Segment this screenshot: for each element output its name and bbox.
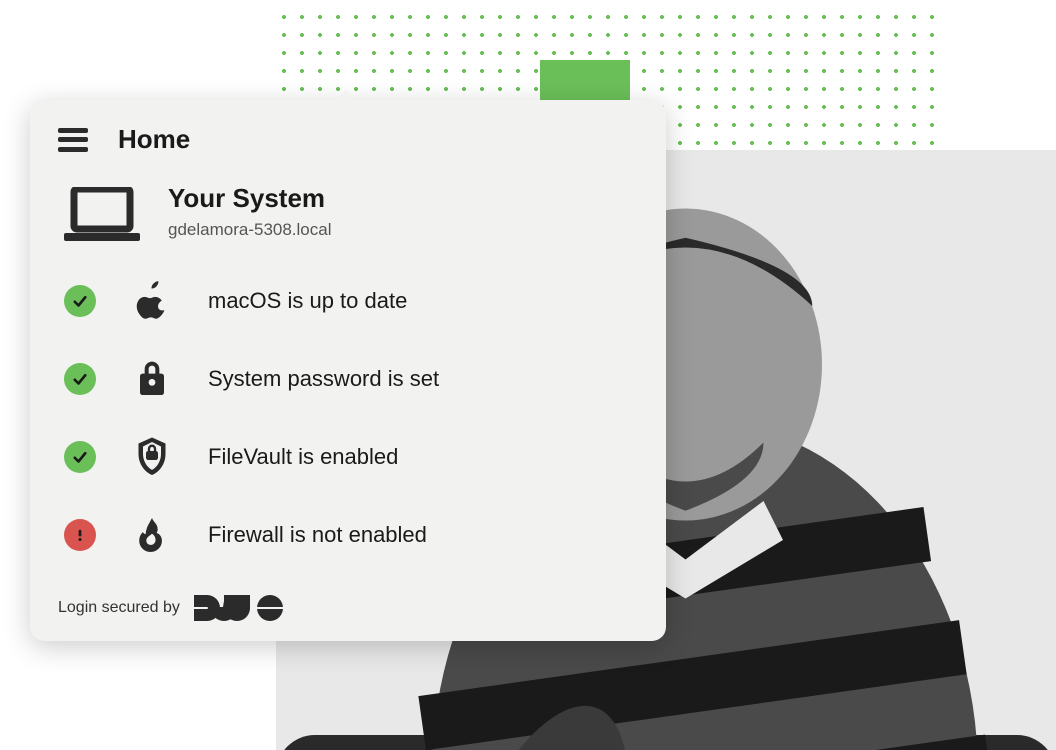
system-status-popover: Home Your System gdelamora-5308.local	[30, 100, 666, 641]
warning-badge-icon	[64, 519, 96, 551]
check-badge-icon	[64, 363, 96, 395]
check-badge-icon	[64, 441, 96, 473]
system-title: Your System	[168, 183, 332, 214]
status-label: Firewall is not enabled	[208, 522, 427, 548]
status-row-macos: macOS is up to date	[64, 279, 638, 323]
laptop-icon	[64, 187, 140, 243]
system-info-block: Your System gdelamora-5308.local	[64, 183, 638, 243]
shield-icon	[130, 435, 174, 479]
status-row-password: System password is set	[64, 357, 638, 401]
flame-icon	[130, 513, 174, 557]
popover-header: Home	[58, 124, 638, 155]
status-label: FileVault is enabled	[208, 444, 398, 470]
duo-logo	[194, 595, 284, 621]
footer-label: Login secured by	[58, 599, 180, 617]
status-row-firewall: Firewall is not enabled	[64, 513, 638, 557]
check-badge-icon	[64, 285, 96, 317]
status-label: macOS is up to date	[208, 288, 407, 314]
apple-icon	[130, 279, 174, 323]
page-title: Home	[118, 124, 190, 155]
hamburger-menu-icon[interactable]	[58, 128, 88, 152]
system-hostname: gdelamora-5308.local	[168, 220, 332, 240]
status-label: System password is set	[208, 366, 439, 392]
footer: Login secured by	[58, 595, 638, 621]
status-row-filevault: FileVault is enabled	[64, 435, 638, 479]
status-list: macOS is up to date System password is s…	[64, 279, 638, 557]
lock-icon	[130, 357, 174, 401]
